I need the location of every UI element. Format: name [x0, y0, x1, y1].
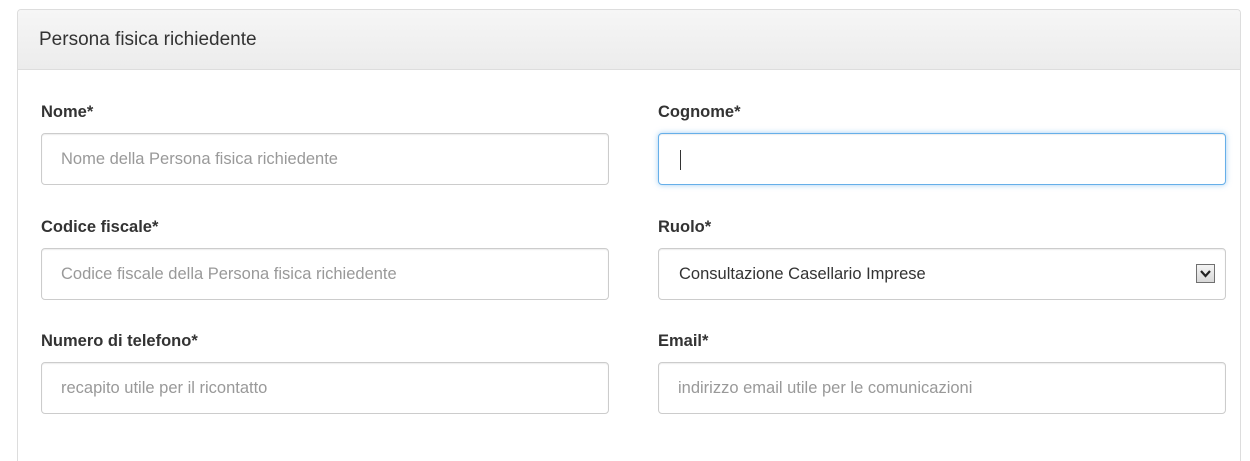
- email-input[interactable]: [658, 362, 1226, 414]
- codice-fiscale-label: Codice fiscale*: [41, 218, 159, 236]
- ruolo-select[interactable]: Consultazione Casellario Imprese: [658, 248, 1226, 300]
- panel-title: Persona fisica richiedente: [18, 10, 1240, 70]
- ruolo-label: Ruolo*: [658, 218, 712, 236]
- nome-input[interactable]: [41, 133, 609, 185]
- telefono-label: Numero di telefono*: [41, 332, 198, 350]
- codice-fiscale-input[interactable]: [41, 248, 609, 300]
- telefono-input[interactable]: [41, 362, 609, 414]
- cognome-label: Cognome*: [658, 103, 741, 121]
- email-label: Email*: [658, 332, 709, 350]
- cognome-input[interactable]: [658, 133, 1226, 185]
- ruolo-selected-value: Consultazione Casellario Imprese: [679, 265, 926, 283]
- chevron-down-icon[interactable]: [1196, 264, 1215, 283]
- requester-panel: Persona fisica richiedente Nome* Cognome…: [17, 9, 1241, 461]
- text-cursor: [680, 150, 681, 170]
- nome-label: Nome*: [41, 103, 94, 121]
